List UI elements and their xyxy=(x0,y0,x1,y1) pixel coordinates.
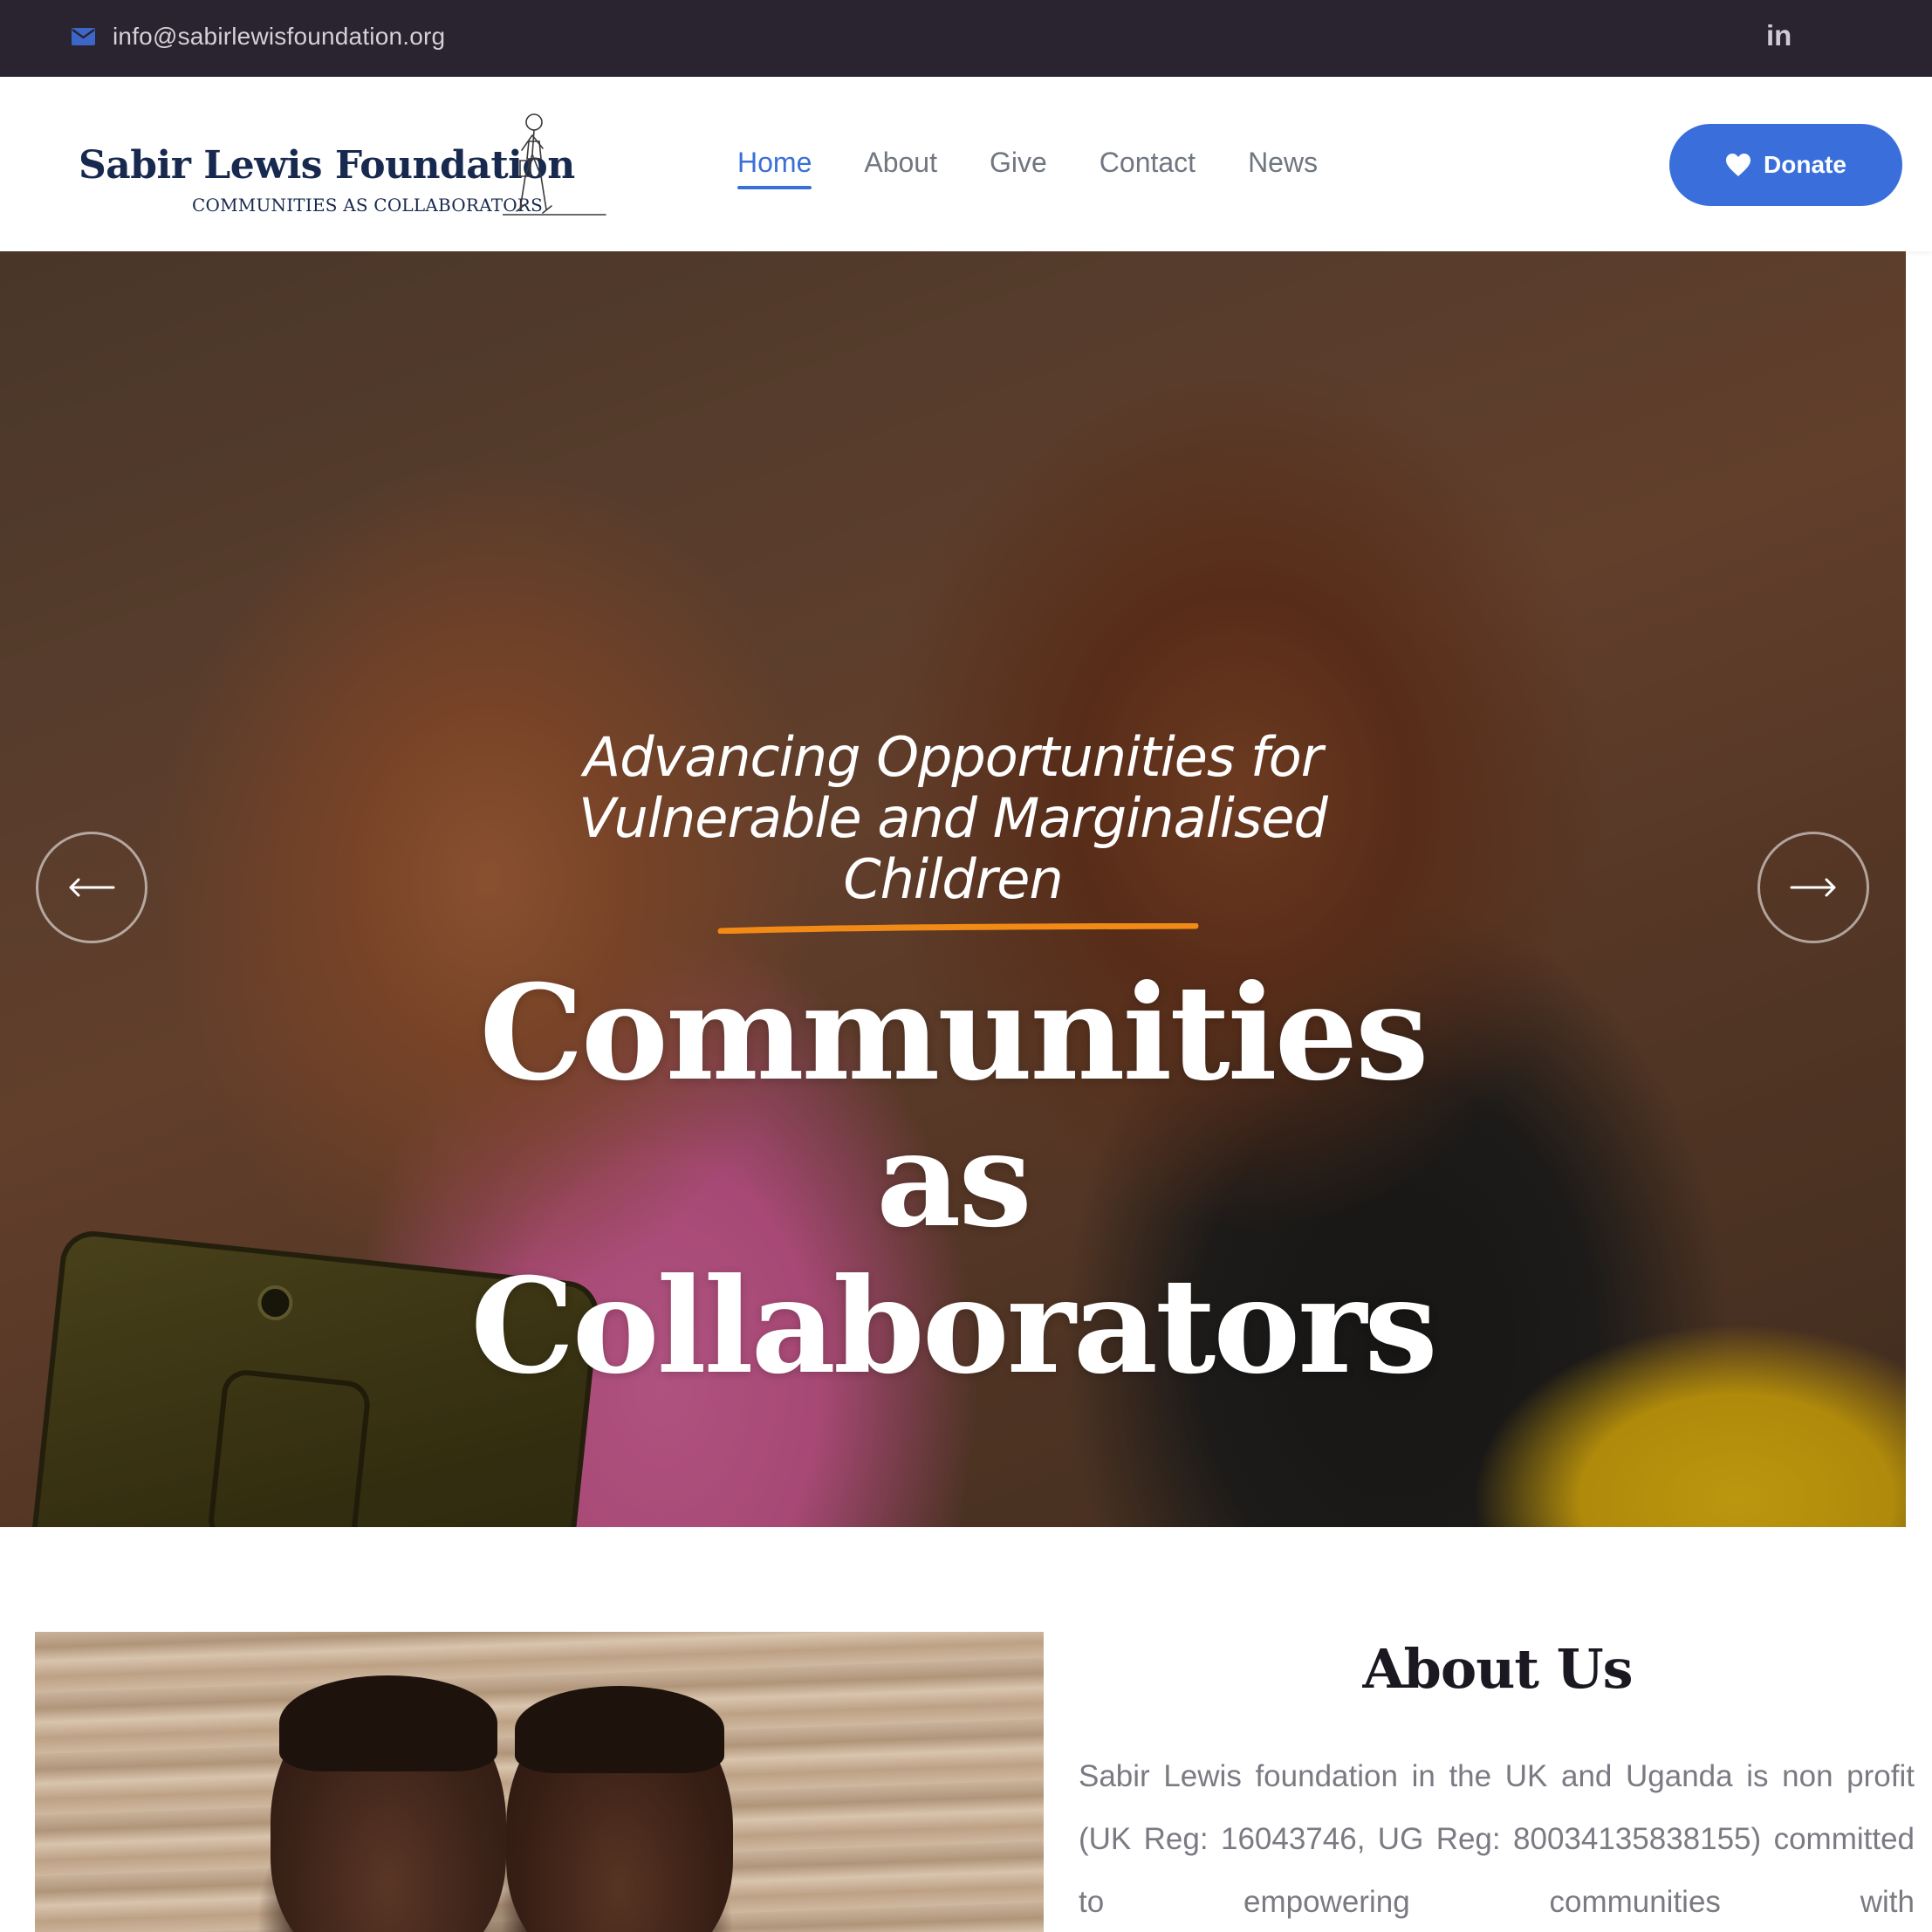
hero-tagline-line: Vulnerable and Marginalised xyxy=(579,786,1328,850)
top-bar: info@sabirlewisfoundation.org in xyxy=(0,0,1932,77)
hero-headline-line: Collaborators xyxy=(470,1250,1438,1403)
about-description: Sabir Lewis foundation in the UK and Uga… xyxy=(1079,1759,1915,1919)
child-hair xyxy=(515,1686,724,1773)
arrow-right-icon xyxy=(1790,878,1836,897)
site-logo[interactable]: Sabir Lewis Foundation COMMUNITIES AS CO… xyxy=(77,103,606,221)
nav-about[interactable]: About xyxy=(864,147,937,189)
main-nav: Home About Give Contact News xyxy=(737,147,1370,189)
envelope-icon xyxy=(72,28,95,45)
hero-headline-line: as xyxy=(876,1103,1032,1257)
child-hair xyxy=(279,1675,497,1771)
children-sketch-icon xyxy=(503,113,606,216)
heart-icon xyxy=(1726,154,1751,176)
donate-button[interactable]: Donate xyxy=(1669,124,1902,206)
email-address[interactable]: info@sabirlewisfoundation.org xyxy=(113,23,445,51)
arrow-left-icon xyxy=(69,878,115,897)
slider-prev-button[interactable] xyxy=(36,832,147,943)
about-heading: About Us xyxy=(1362,1637,1633,1701)
hero-tagline: Advancing Opportunities for Vulnerable a… xyxy=(0,727,1906,910)
nav-home[interactable]: Home xyxy=(737,147,812,189)
hero-tagline-line: Children xyxy=(843,847,1063,911)
hero-tagline-line: Advancing Opportunities for xyxy=(583,725,1323,789)
nav-contact[interactable]: Contact xyxy=(1100,147,1196,189)
hero-slider: Advancing Opportunities for Vulnerable a… xyxy=(0,251,1906,1527)
nav-give[interactable]: Give xyxy=(990,147,1047,189)
donate-label: Donate xyxy=(1764,151,1846,178)
hero-headline: Communities as Collaborators xyxy=(0,960,1906,1400)
slider-next-button[interactable] xyxy=(1757,832,1869,943)
contact-email-link[interactable]: info@sabirlewisfoundation.org xyxy=(72,23,445,51)
about-photo xyxy=(35,1632,1044,1932)
hero-headline-line: Communities xyxy=(479,956,1428,1110)
logo-name: Sabir Lewis Foundation xyxy=(79,143,575,188)
linkedin-icon[interactable]: in xyxy=(1766,19,1792,52)
brush-underline xyxy=(717,923,1199,934)
nav-news[interactable]: News xyxy=(1248,147,1318,189)
logo-tagline: COMMUNITIES AS COLLABORATORS xyxy=(192,195,543,216)
